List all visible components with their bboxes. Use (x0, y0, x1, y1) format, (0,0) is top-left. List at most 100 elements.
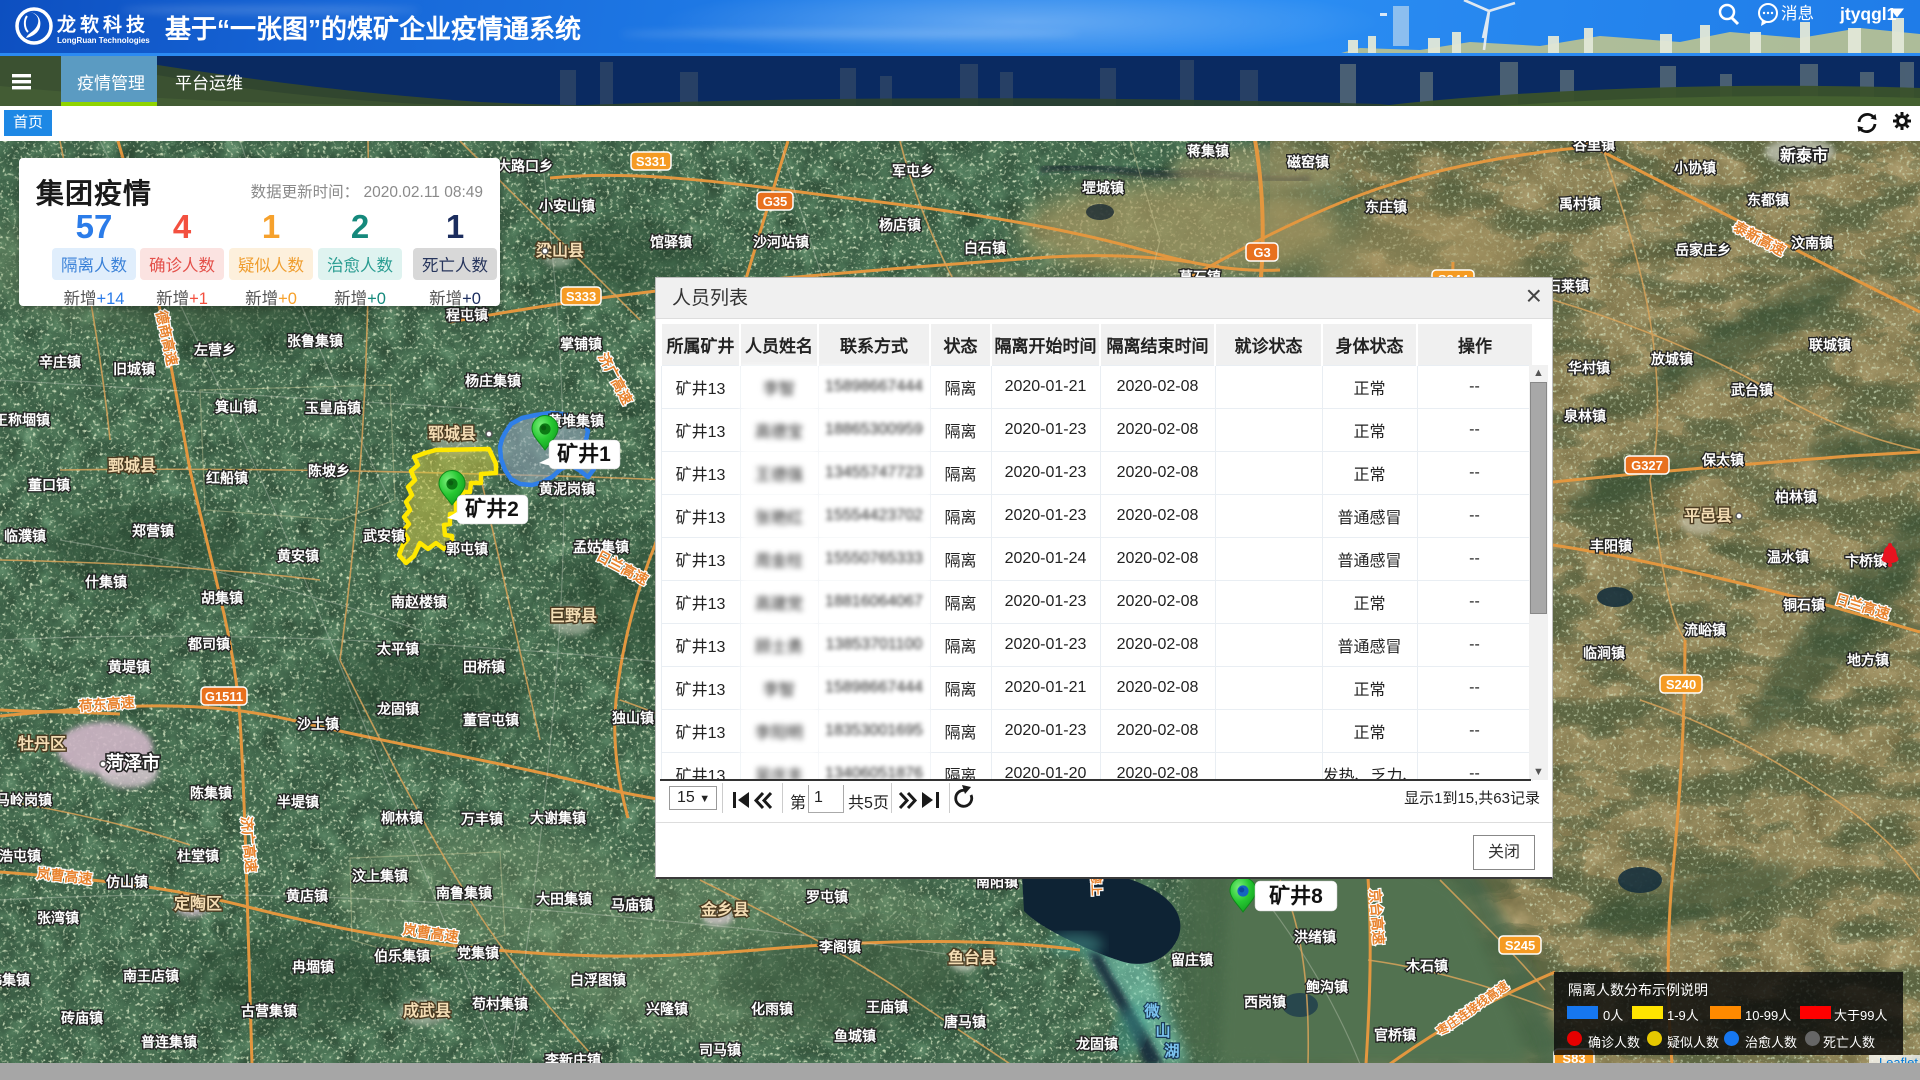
svg-text:什集镇: 什集镇 (85, 574, 127, 590)
svg-text:陈坡乡: 陈坡乡 (308, 463, 350, 479)
svg-text:S331: S331 (636, 154, 666, 169)
svg-text:鄄城县: 鄄城县 (108, 457, 156, 475)
svg-text:杜堂镇: 杜堂镇 (177, 848, 219, 864)
svg-text:沙土镇: 沙土镇 (297, 716, 339, 732)
svg-text:留庄镇: 留庄镇 (1171, 952, 1213, 968)
svg-text:黄店镇: 黄店镇 (286, 888, 328, 904)
svg-text:联城镇: 联城镇 (1809, 337, 1851, 353)
svg-text:军屯乡: 军屯乡 (892, 163, 934, 179)
svg-text:独山镇: 独山镇 (612, 710, 654, 726)
svg-text:柏林镇: 柏林镇 (1775, 489, 1817, 505)
svg-text:陈集镇: 陈集镇 (190, 785, 232, 801)
svg-text:微: 微 (1143, 1002, 1160, 1020)
svg-text:G35: G35 (763, 194, 788, 209)
svg-text:大路口乡: 大路口乡 (497, 158, 553, 174)
svg-text:辛庄镇: 辛庄镇 (39, 354, 81, 370)
svg-text:G3: G3 (1253, 245, 1270, 260)
svg-text:岳家庄乡: 岳家庄乡 (1675, 242, 1731, 258)
svg-text:成武县: 成武县 (403, 1001, 451, 1020)
svg-text:龙固镇: 龙固镇 (1075, 1036, 1118, 1052)
svg-text:郭屯镇: 郭屯镇 (446, 541, 488, 557)
svg-text:王称堌镇: 王称堌镇 (0, 412, 50, 428)
svg-text:仿山镇: 仿山镇 (106, 874, 148, 890)
svg-text:司马镇: 司马镇 (699, 1042, 741, 1058)
svg-text:杨店镇: 杨店镇 (879, 217, 921, 233)
svg-text:郓城县: 郓城县 (428, 425, 476, 443)
svg-text:小安山镇: 小安山镇 (539, 198, 595, 214)
svg-text:普连集镇: 普连集镇 (141, 1034, 197, 1050)
svg-text:官桥镇: 官桥镇 (1374, 1027, 1416, 1043)
svg-text:万丰镇: 万丰镇 (460, 811, 503, 827)
svg-text:消息: 消息 (1781, 4, 1814, 23)
svg-text:定陶区: 定陶区 (173, 894, 222, 913)
svg-text:鲍沟镇: 鲍沟镇 (1306, 979, 1348, 995)
svg-text:胡集镇: 胡集镇 (201, 590, 243, 606)
svg-text:龙软科技: 龙软科技 (57, 13, 149, 36)
svg-text:兴隆镇: 兴隆镇 (646, 1001, 688, 1017)
svg-text:砖庙镇: 砖庙镇 (61, 1010, 103, 1026)
svg-text:箕山镇: 箕山镇 (215, 399, 257, 415)
svg-text:G327: G327 (1631, 458, 1663, 473)
svg-text:堽城镇: 堽城镇 (1082, 180, 1124, 196)
svg-text:黄安镇: 黄安镇 (277, 548, 319, 564)
svg-text:黄堤镇: 黄堤镇 (108, 659, 150, 675)
svg-text:南鲁集镇: 南鲁集镇 (436, 885, 492, 901)
svg-text:馆驿镇: 馆驿镇 (650, 234, 692, 250)
svg-text:小协镇: 小协镇 (1674, 160, 1716, 176)
svg-text:党集镇: 党集镇 (457, 945, 499, 961)
svg-text:金乡县: 金乡县 (700, 900, 749, 919)
svg-text:保太镇: 保太镇 (1701, 452, 1744, 468)
svg-text:磁窑镇: 磁窑镇 (1287, 154, 1329, 170)
svg-text:木石镇: 木石镇 (1405, 958, 1448, 974)
svg-text:唐马镇: 唐马镇 (944, 1014, 986, 1030)
svg-text:大田集镇: 大田集镇 (536, 891, 592, 907)
svg-text:铜石镇: 铜石镇 (1783, 597, 1825, 613)
svg-text:白石镇: 白石镇 (964, 240, 1006, 256)
svg-text:蒋集镇: 蒋集镇 (1187, 143, 1229, 159)
svg-text:牡丹区: 牡丹区 (18, 734, 66, 753)
svg-text:G1511: G1511 (205, 689, 243, 704)
svg-text:王庙镇: 王庙镇 (866, 999, 908, 1015)
svg-text:汶上集镇: 汶上集镇 (352, 868, 408, 884)
svg-text:S240: S240 (1666, 677, 1696, 692)
svg-text:旧城镇: 旧城镇 (113, 361, 155, 377)
svg-text:矿井1: 矿井1 (557, 442, 611, 466)
svg-text:卞桥镇: 卞桥镇 (1845, 553, 1887, 569)
svg-text:新泰市: 新泰市 (1780, 146, 1828, 165)
svg-text:S245: S245 (1505, 938, 1535, 953)
svg-text:菏泽市: 菏泽市 (106, 752, 160, 773)
svg-text:禹村镇: 禹村镇 (1559, 196, 1601, 212)
svg-text:放城镇: 放城镇 (1650, 351, 1693, 367)
svg-text:化雨镇: 化雨镇 (751, 1001, 793, 1017)
svg-text:古营集镇: 古营集镇 (241, 1003, 297, 1019)
svg-text:大谢集镇: 大谢集镇 (530, 810, 586, 826)
svg-text:西岗镇: 西岗镇 (1244, 994, 1286, 1010)
svg-text:S333: S333 (566, 289, 596, 304)
svg-text:鱼城镇: 鱼城镇 (834, 1028, 876, 1044)
svg-text:韩集镇: 韩集镇 (0, 972, 30, 988)
svg-text:黄泥岗镇: 黄泥岗镇 (539, 481, 595, 497)
svg-text:伯乐集镇: 伯乐集镇 (374, 948, 430, 964)
svg-text:田桥镇: 田桥镇 (463, 659, 505, 675)
svg-text:郑营镇: 郑营镇 (132, 523, 174, 539)
svg-text:南赵楼镇: 南赵楼镇 (391, 594, 447, 610)
svg-text:马岭岗镇: 马岭岗镇 (0, 792, 52, 808)
svg-text:掌铺镇: 掌铺镇 (560, 336, 602, 352)
svg-text:冉堌镇: 冉堌镇 (292, 959, 334, 975)
svg-text:平邑县: 平邑县 (1684, 507, 1732, 525)
svg-text:东庄镇: 东庄镇 (1365, 199, 1407, 215)
svg-text:张湾镇: 张湾镇 (37, 910, 79, 926)
svg-text:龙固镇: 龙固镇 (376, 701, 419, 717)
svg-text:丰阳镇: 丰阳镇 (1590, 538, 1632, 554)
svg-text:流峪镇: 流峪镇 (1684, 622, 1726, 638)
svg-text:半堤镇: 半堤镇 (277, 794, 319, 810)
svg-text:白浮图镇: 白浮图镇 (570, 972, 626, 988)
svg-text:柳林镇: 柳林镇 (381, 810, 423, 826)
svg-text:温水镇: 温水镇 (1767, 549, 1809, 565)
svg-text:沙河站镇: 沙河站镇 (753, 234, 809, 250)
svg-text:山: 山 (1155, 1023, 1170, 1040)
svg-text:南王店镇: 南王店镇 (123, 968, 179, 984)
svg-text:巨野县: 巨野县 (549, 607, 597, 625)
svg-text:临涧镇: 临涧镇 (1583, 645, 1625, 661)
svg-text:武安镇: 武安镇 (363, 528, 405, 544)
